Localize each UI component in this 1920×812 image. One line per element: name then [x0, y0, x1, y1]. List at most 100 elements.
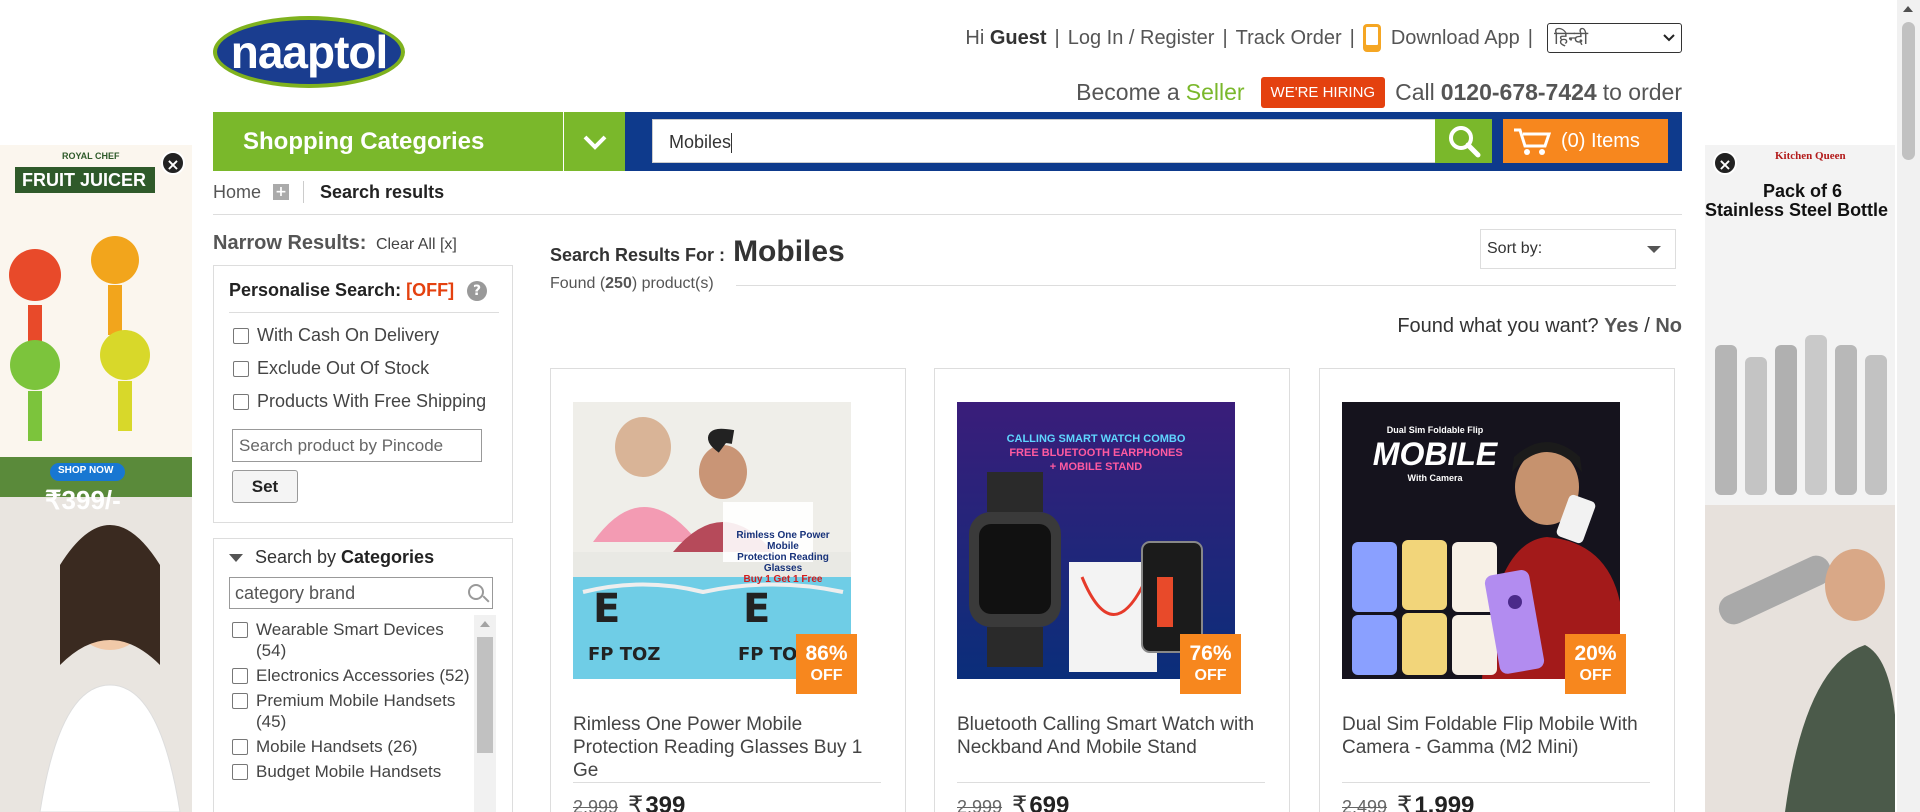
cart-count: (0) Items: [1561, 130, 1640, 152]
left-ad-close-icon[interactable]: ×: [161, 151, 185, 175]
collapse-triangle-icon[interactable]: [229, 553, 243, 562]
product-title[interactable]: Bluetooth Calling Smart Watch with Neckb…: [957, 713, 1273, 759]
results-for-label: Search Results For :: [550, 245, 726, 265]
scroll-up-icon[interactable]: [480, 621, 490, 627]
checkbox[interactable]: [233, 327, 249, 344]
checkbox[interactable]: [232, 622, 248, 638]
pincode-placeholder: Search product by Pincode: [239, 436, 444, 455]
found-count: 250: [605, 275, 632, 292]
categories-word: Categories: [341, 547, 435, 567]
scroll-up-icon[interactable]: [1903, 6, 1913, 12]
search-input[interactable]: Mobiles: [652, 119, 1437, 163]
pincode-input[interactable]: Search product by Pincode: [232, 429, 482, 462]
login-register-link[interactable]: Log In / Register: [1068, 27, 1215, 50]
product-title[interactable]: Dual Sim Foldable Flip Mobile With Camer…: [1342, 713, 1658, 759]
discount-badge: 76% OFF: [1180, 634, 1241, 694]
help-icon[interactable]: ?: [467, 281, 488, 301]
search-button[interactable]: [1435, 119, 1492, 163]
left-ad-price: ₹399/-: [45, 485, 121, 515]
divider: [736, 285, 1676, 286]
cod-filter[interactable]: With Cash On Delivery: [233, 325, 439, 346]
product-card[interactable]: Dual Sim Foldable Flip MOBILE With Camera …: [1319, 368, 1675, 812]
juicer-ad-image: [0, 145, 192, 812]
svg-text:E: E: [593, 586, 620, 632]
image-caption: CALLING SMART WATCH COMBO FREE BLUETOOTH …: [1006, 433, 1186, 473]
category-search-input[interactable]: category brand: [229, 577, 493, 609]
slash: /: [1644, 315, 1650, 337]
divider: [303, 181, 305, 203]
image-caption: Rimless One Power Mobile Protection Readi…: [736, 530, 830, 585]
divider: |: [1054, 26, 1060, 49]
found-count-text: Found (250) product(s): [550, 275, 714, 292]
breadcrumb-home-link[interactable]: Home: [213, 182, 261, 203]
scrollbar-thumb[interactable]: [477, 637, 493, 753]
list-item[interactable]: Wearable Smart Devices (54): [232, 619, 472, 661]
right-ad-line1: Pack of 6: [1763, 181, 1843, 201]
checkbox[interactable]: [233, 360, 249, 377]
search-keyword: Mobiles: [733, 235, 845, 268]
language-select[interactable]: हिन्दी: [1547, 23, 1682, 53]
list-item[interactable]: Mobile Handsets (26): [232, 736, 472, 757]
exclude-out-of-stock-filter[interactable]: Exclude Out Of Stock: [233, 358, 429, 379]
list-item[interactable]: Electronics Accessories (52): [232, 665, 472, 686]
checkbox[interactable]: [232, 739, 248, 755]
category-label: Premium Mobile Handsets (45): [256, 691, 456, 731]
breadcrumb-current: Search results: [320, 181, 445, 202]
sort-label: Sort by:: [1487, 240, 1543, 257]
shopping-categories-button[interactable]: Shopping Categories: [213, 112, 563, 171]
search-icon: [468, 584, 484, 600]
sort-by-select[interactable]: Sort by:: [1480, 229, 1676, 269]
mrp-price: 2,499: [1342, 797, 1388, 812]
no-link[interactable]: No: [1655, 315, 1682, 337]
narrow-results-heading: Narrow Results: Clear All [x]: [213, 232, 457, 255]
call-text: Call: [1395, 78, 1435, 105]
left-ad-brand: ROYAL CHEF: [62, 151, 120, 161]
scrollbar-thumb[interactable]: [1902, 22, 1915, 160]
checkbox[interactable]: [233, 393, 249, 410]
free-shipping-filter[interactable]: Products With Free Shipping: [233, 391, 486, 412]
narrow-label: Narrow Results:: [213, 232, 367, 254]
feedback-prompt: Found what you want? Yes / No: [1397, 315, 1682, 338]
categories-dropdown-button[interactable]: [563, 112, 625, 171]
checkbox[interactable]: [232, 764, 248, 780]
yes-link[interactable]: Yes: [1604, 315, 1638, 337]
category-scrollbar[interactable]: [474, 615, 496, 812]
set-pincode-button[interactable]: Set: [232, 470, 298, 503]
svg-text:FP TOZ: FP TOZ: [588, 644, 660, 665]
checkbox[interactable]: [232, 693, 248, 709]
breadcrumb: Home + Search results: [213, 179, 444, 205]
right-ad-banner[interactable]: Kitchen Queen Pack of 6 Stainless Steel …: [1705, 145, 1895, 812]
checkbox-label: Exclude Out Of Stock: [257, 358, 430, 378]
list-item[interactable]: Premium Mobile Handsets (45): [232, 690, 472, 732]
track-order-link[interactable]: Track Order: [1236, 27, 1342, 50]
left-ad-banner[interactable]: ROYAL CHEF FRUIT JUICER SHOP NOW ₹399/-: [0, 145, 192, 812]
rupee-symbol: ₹: [1012, 791, 1028, 812]
download-app-link[interactable]: Download App: [1391, 27, 1520, 50]
product-title[interactable]: Rimless One Power Mobile Protection Read…: [573, 713, 889, 782]
page-scrollbar[interactable]: [1897, 0, 1920, 812]
rupee-symbol: ₹: [628, 791, 644, 812]
checkbox[interactable]: [232, 668, 248, 684]
cart-button[interactable]: (0) Items: [1503, 119, 1668, 163]
chevron-down-icon: [1663, 34, 1675, 42]
product-card[interactable]: E E FP TOZ FP TOZ Rimless One Power Mobi…: [550, 368, 906, 812]
divider: [573, 782, 881, 783]
category-filter-title[interactable]: Search by Categories: [229, 547, 434, 568]
left-ad-cta[interactable]: SHOP NOW: [58, 465, 113, 476]
right-ad-brand: Kitchen Queen: [1775, 150, 1846, 162]
product-card[interactable]: CALLING SMART WATCH COMBO FREE BLUETOOTH …: [934, 368, 1290, 812]
right-ad-close-icon[interactable]: ×: [1713, 151, 1737, 175]
divider: [229, 312, 499, 313]
naaptol-logo[interactable]: naaptol: [213, 16, 405, 88]
seller-link[interactable]: Seller: [1186, 79, 1245, 106]
divider: [213, 214, 1682, 215]
clear-all-link[interactable]: Clear All [x]: [376, 236, 457, 253]
personalise-state[interactable]: [OFF]: [406, 280, 454, 300]
search-value: Mobiles: [669, 132, 732, 152]
list-item[interactable]: Budget Mobile Handsets: [232, 761, 472, 782]
mrp-price: 2,999: [957, 797, 1003, 812]
offer-price: 699: [1029, 792, 1070, 812]
category-filter-panel: Search by Categories category brand Wear…: [213, 538, 513, 812]
caret-down-icon: [1647, 246, 1661, 253]
hiring-button[interactable]: WE'RE HIRING: [1260, 76, 1386, 108]
